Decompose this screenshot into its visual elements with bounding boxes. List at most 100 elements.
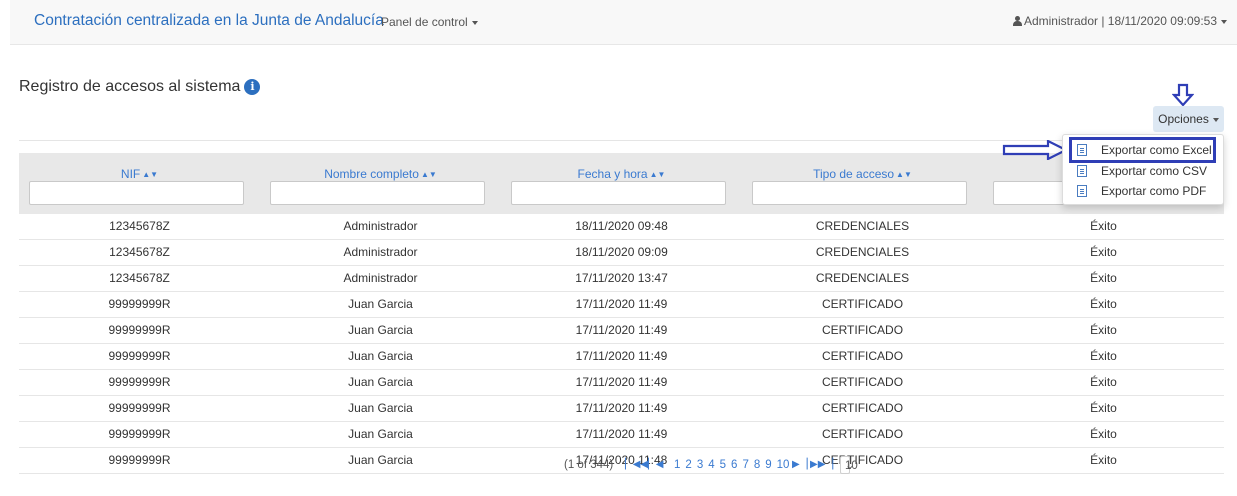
table-row[interactable]: 99999999R Juan Garcia 17/11/2020 11:49 CERT… bbox=[19, 422, 1224, 448]
chevron-down-icon bbox=[471, 20, 478, 25]
table-row[interactable]: 12345678Z Administrador 18/11/2020 09:48 CR… bbox=[19, 214, 1224, 240]
table-cell: Juan Garcia bbox=[348, 427, 413, 441]
table-cell: Administrador bbox=[343, 245, 418, 259]
user-menu[interactable]: Administrador | 18/11/2020 09:09:53 bbox=[1012, 14, 1227, 28]
page-number-link[interactable]: 6 bbox=[731, 459, 737, 471]
table-row[interactable]: 99999999R Juan Garcia 17/11/2020 11:49 CERT… bbox=[19, 292, 1224, 318]
export-pdf-item[interactable]: Exportar como PDF bbox=[1063, 181, 1223, 201]
fecha-filter-input[interactable] bbox=[511, 181, 726, 205]
table-cell: Éxito bbox=[1090, 297, 1117, 311]
table-cell: 18/11/2020 09:09 bbox=[575, 245, 668, 259]
table-cell: CERTIFICADO bbox=[821, 427, 904, 441]
app-brand-link[interactable]: Contratación centralizada en la Junta de… bbox=[34, 12, 384, 30]
page-number-link[interactable]: 8 bbox=[754, 459, 760, 471]
column-header-nif[interactable]: NIF ▲▼ bbox=[19, 153, 260, 214]
chevron-down-icon: ⌄ bbox=[845, 460, 855, 472]
table-cell: 99999999R bbox=[108, 349, 171, 363]
nombre-filter-input[interactable] bbox=[270, 181, 485, 205]
table-cell: CERTIFICADO bbox=[821, 375, 904, 389]
table-cell: Éxito bbox=[1090, 401, 1117, 415]
panel-de-control-menu[interactable]: Panel de control bbox=[381, 15, 478, 29]
pdf-file-icon bbox=[1077, 185, 1087, 197]
options-button[interactable]: Opciones bbox=[1153, 106, 1224, 132]
nif-filter-input[interactable] bbox=[29, 181, 244, 205]
access-log-table: NIF ▲▼ Nombre completo ▲▼ Fecha y hora ▲▼ T… bbox=[19, 153, 1224, 474]
table-cell: 99999999R bbox=[108, 427, 171, 441]
table-cell: Juan Garcia bbox=[348, 401, 413, 415]
top-navbar: Contratación centralizada en la Junta de… bbox=[10, 0, 1237, 45]
page-number-link[interactable]: 10 bbox=[777, 459, 790, 471]
table-row[interactable]: 12345678Z Administrador 18/11/2020 09:09 CR… bbox=[19, 240, 1224, 266]
page-number-link[interactable]: 7 bbox=[742, 459, 748, 471]
table-cell: Éxito bbox=[1090, 375, 1117, 389]
sort-icon[interactable]: ▲▼ bbox=[142, 170, 158, 179]
annotation-arrow-right-icon bbox=[1002, 140, 1068, 160]
annotation-highlight-box bbox=[1069, 137, 1216, 163]
table-cell: CREDENCIALES bbox=[815, 245, 910, 259]
first-page-icon[interactable]: ▏◀◀ bbox=[625, 456, 648, 474]
column-label: Nombre completo bbox=[324, 167, 419, 181]
column-header-nombre[interactable]: Nombre completo ▲▼ bbox=[260, 153, 501, 214]
table-row[interactable]: 99999999R Juan Garcia 17/11/2020 11:49 CERT… bbox=[19, 396, 1224, 422]
next-page-icon[interactable]: ▶▕ bbox=[792, 456, 807, 474]
last-page-icon[interactable]: ▶▶▕ bbox=[810, 456, 833, 474]
table-cell: 99999999R bbox=[108, 323, 171, 337]
page-number-link[interactable]: 1 bbox=[674, 459, 680, 471]
chevron-down-icon bbox=[1221, 19, 1227, 24]
table-row[interactable]: 99999999R Juan Garcia 17/11/2020 11:49 CERT… bbox=[19, 370, 1224, 396]
column-header-tipo[interactable]: Tipo de acceso ▲▼ bbox=[742, 153, 983, 214]
table-cell: Éxito bbox=[1090, 427, 1117, 441]
page-number-link[interactable]: 3 bbox=[697, 459, 703, 471]
sort-icon[interactable]: ▲▼ bbox=[421, 170, 437, 179]
previous-page-icon[interactable]: ▏◀ bbox=[648, 456, 663, 474]
info-icon[interactable]: i bbox=[244, 79, 261, 95]
table-row[interactable]: 99999999R Juan Garcia 17/11/2020 11:49 CERT… bbox=[19, 318, 1224, 344]
table-cell: Juan Garcia bbox=[348, 349, 413, 363]
pagination: (1 of 344) ▏◀◀ ▏◀ 1 2 3 4 5 6 7 8 9 10 ▶▕ ▶▶▕ 10 … bbox=[0, 456, 1237, 474]
user-icon bbox=[1012, 16, 1022, 26]
panel-menu-label: Panel de control bbox=[381, 15, 468, 29]
tipo-filter-input[interactable] bbox=[752, 181, 967, 205]
menu-item-label: Exportar como CSV bbox=[1101, 164, 1208, 178]
table-cell: Juan Garcia bbox=[348, 323, 413, 337]
table-cell: 12345678Z bbox=[109, 245, 170, 259]
table-cell: CERTIFICADO bbox=[821, 349, 904, 363]
table-cell: CREDENCIALES bbox=[815, 271, 910, 285]
column-header-fecha[interactable]: Fecha y hora ▲▼ bbox=[501, 153, 742, 214]
table-cell: Éxito bbox=[1090, 349, 1117, 363]
table-cell: 17/11/2020 11:49 bbox=[575, 427, 668, 441]
table-cell: 17/11/2020 11:49 bbox=[575, 401, 668, 415]
annotation-arrow-down-icon bbox=[1172, 83, 1194, 107]
export-csv-item[interactable]: Exportar como CSV bbox=[1063, 161, 1223, 181]
page-title: Registro de accesos al sistema i bbox=[19, 78, 261, 96]
table-cell: 99999999R bbox=[108, 375, 171, 389]
table-cell: Juan Garcia bbox=[348, 297, 413, 311]
page-number-link[interactable]: 2 bbox=[685, 459, 691, 471]
sort-icon[interactable]: ▲▼ bbox=[650, 170, 666, 179]
page-title-text: Registro de accesos al sistema bbox=[19, 78, 241, 95]
column-label: Fecha y hora bbox=[577, 167, 648, 181]
table-cell: 17/11/2020 11:49 bbox=[575, 375, 668, 389]
options-button-label: Opciones bbox=[1158, 112, 1209, 126]
page-number-link[interactable]: 5 bbox=[720, 459, 726, 471]
page-number-link[interactable]: 9 bbox=[765, 459, 771, 471]
page-numbers: 1 2 3 4 5 6 7 8 9 10 bbox=[674, 456, 794, 474]
table-cell: 99999999R bbox=[108, 297, 171, 311]
sort-icon[interactable]: ▲▼ bbox=[896, 170, 912, 179]
chevron-down-icon bbox=[1212, 117, 1219, 122]
table-cell: 17/11/2020 11:49 bbox=[575, 323, 668, 337]
table-cell: 17/11/2020 13:47 bbox=[575, 271, 668, 285]
table-cell: CERTIFICADO bbox=[821, 297, 904, 311]
table-row[interactable]: 12345678Z Administrador 17/11/2020 13:47 CR… bbox=[19, 266, 1224, 292]
table-cell: CERTIFICADO bbox=[821, 323, 904, 337]
table-cell: Éxito bbox=[1090, 219, 1117, 233]
page-number-link[interactable]: 4 bbox=[708, 459, 714, 471]
table-body: 12345678Z Administrador 18/11/2020 09:48 CR… bbox=[19, 214, 1224, 474]
page-size-select[interactable]: 10 ⌄ bbox=[840, 456, 858, 474]
table-cell: Administrador bbox=[343, 271, 418, 285]
table-cell: 18/11/2020 09:48 bbox=[575, 219, 668, 233]
table-cell: 17/11/2020 11:49 bbox=[575, 349, 668, 363]
table-cell: CREDENCIALES bbox=[815, 219, 910, 233]
table-row[interactable]: 99999999R Juan Garcia 17/11/2020 11:49 CERT… bbox=[19, 344, 1224, 370]
table-cell: 17/11/2020 11:49 bbox=[575, 297, 668, 311]
